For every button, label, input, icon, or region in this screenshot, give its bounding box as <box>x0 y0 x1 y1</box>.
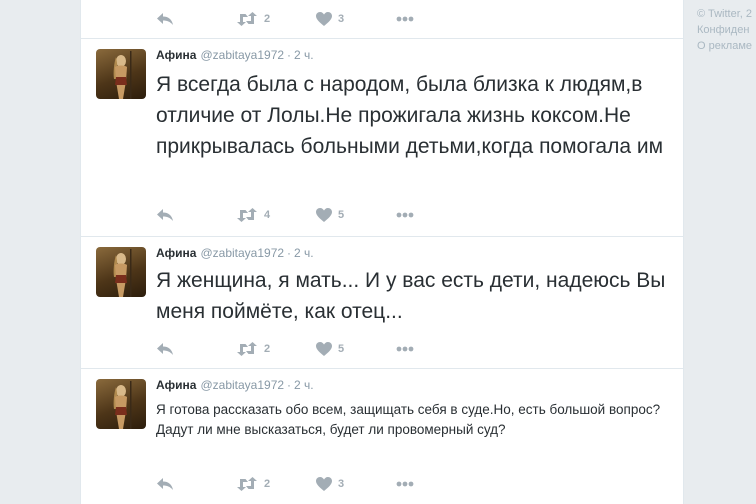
tweet[interactable]: Афина @zabitaya1972 · 2 ч. Я готова рассказ… <box>81 369 683 504</box>
user-handle[interactable]: @zabitaya1972 <box>200 378 284 392</box>
user-handle[interactable]: @zabitaya1972 <box>200 246 284 260</box>
privacy-link[interactable]: Конфиден <box>697 22 756 38</box>
retweet-icon <box>237 477 257 491</box>
like-count: 5 <box>338 343 345 355</box>
tweet-header: Афина @zabitaya1972 · 2 ч. <box>156 246 314 260</box>
sidebar-footer: © Twitter, 2 Конфиден О рекламе <box>697 6 756 54</box>
separator-dot: · <box>287 246 292 260</box>
tweet[interactable]: Афина @zabitaya1972 · 2 ч. Я всегда была с … <box>81 39 683 237</box>
like-button[interactable]: 3 <box>316 9 344 29</box>
user-handle[interactable]: @zabitaya1972 <box>200 48 284 62</box>
user-name[interactable]: Афина <box>156 378 196 392</box>
reply-icon <box>157 209 173 221</box>
retweet-icon <box>237 342 257 356</box>
retweet-icon <box>237 12 257 26</box>
retweet-icon <box>237 208 257 222</box>
tweet-time[interactable]: 2 ч. <box>294 246 314 260</box>
like-icon <box>316 342 332 356</box>
retweet-button[interactable]: 2 <box>236 339 270 359</box>
user-name[interactable]: Афина <box>156 48 196 62</box>
retweet-count: 2 <box>264 13 271 25</box>
avatar-image <box>113 249 132 297</box>
reply-icon <box>157 478 173 490</box>
reply-button[interactable] <box>156 205 174 225</box>
more-icon <box>396 212 414 218</box>
user-name[interactable]: Афина <box>156 246 196 260</box>
tweet-text: Я женщина, я мать... И у вас есть дети, … <box>156 269 666 323</box>
retweet-count: 2 <box>264 343 271 355</box>
avatar[interactable] <box>96 49 146 99</box>
timeline: 2 3 Афина @zabitaya1972 · 2 ч. Я всегда был… <box>80 0 684 504</box>
like-button[interactable]: 5 <box>316 339 344 359</box>
more-button[interactable] <box>396 9 414 29</box>
avatar[interactable] <box>96 247 146 297</box>
more-button[interactable] <box>396 474 414 494</box>
like-button[interactable]: 3 <box>316 474 344 494</box>
retweet-button[interactable]: 4 <box>236 205 270 225</box>
reply-button[interactable] <box>156 9 174 29</box>
reply-button[interactable] <box>156 474 174 494</box>
copyright-text: © Twitter, 2 <box>697 8 752 20</box>
tweet-header: Афина @zabitaya1972 · 2 ч. <box>156 48 314 62</box>
like-icon <box>316 12 332 26</box>
tweet[interactable]: Афина @zabitaya1972 · 2 ч. Я женщина, я мат… <box>81 237 683 369</box>
more-icon <box>396 16 414 22</box>
ads-link[interactable]: О рекламе <box>697 38 756 54</box>
tweet-time[interactable]: 2 ч. <box>294 48 314 62</box>
separator-dot: · <box>287 378 292 392</box>
tweet-text: Я готова рассказать обо всем, защищать с… <box>156 402 661 437</box>
like-count: 3 <box>338 478 345 490</box>
retweet-button[interactable]: 2 <box>236 9 270 29</box>
reply-button[interactable] <box>156 339 174 359</box>
more-icon <box>396 481 414 487</box>
more-button[interactable] <box>396 339 414 359</box>
retweet-count: 2 <box>264 478 271 490</box>
retweet-button[interactable]: 2 <box>236 474 270 494</box>
like-count: 3 <box>338 13 345 25</box>
tweet-text: Я всегда была с народом, была близка к л… <box>156 73 664 158</box>
reply-icon <box>157 343 173 355</box>
more-icon <box>396 346 414 352</box>
tweet-header: Афина @zabitaya1972 · 2 ч. <box>156 378 314 392</box>
separator-dot: · <box>287 48 292 62</box>
avatar-image <box>113 381 132 429</box>
avatar[interactable] <box>96 379 146 429</box>
tweet-time[interactable]: 2 ч. <box>294 378 314 392</box>
like-icon <box>316 477 332 491</box>
like-count: 5 <box>338 209 345 221</box>
avatar-image <box>113 51 132 99</box>
more-button[interactable] <box>396 205 414 225</box>
like-icon <box>316 208 332 222</box>
like-button[interactable]: 5 <box>316 205 344 225</box>
reply-icon <box>157 13 173 25</box>
retweet-count: 4 <box>264 209 271 221</box>
